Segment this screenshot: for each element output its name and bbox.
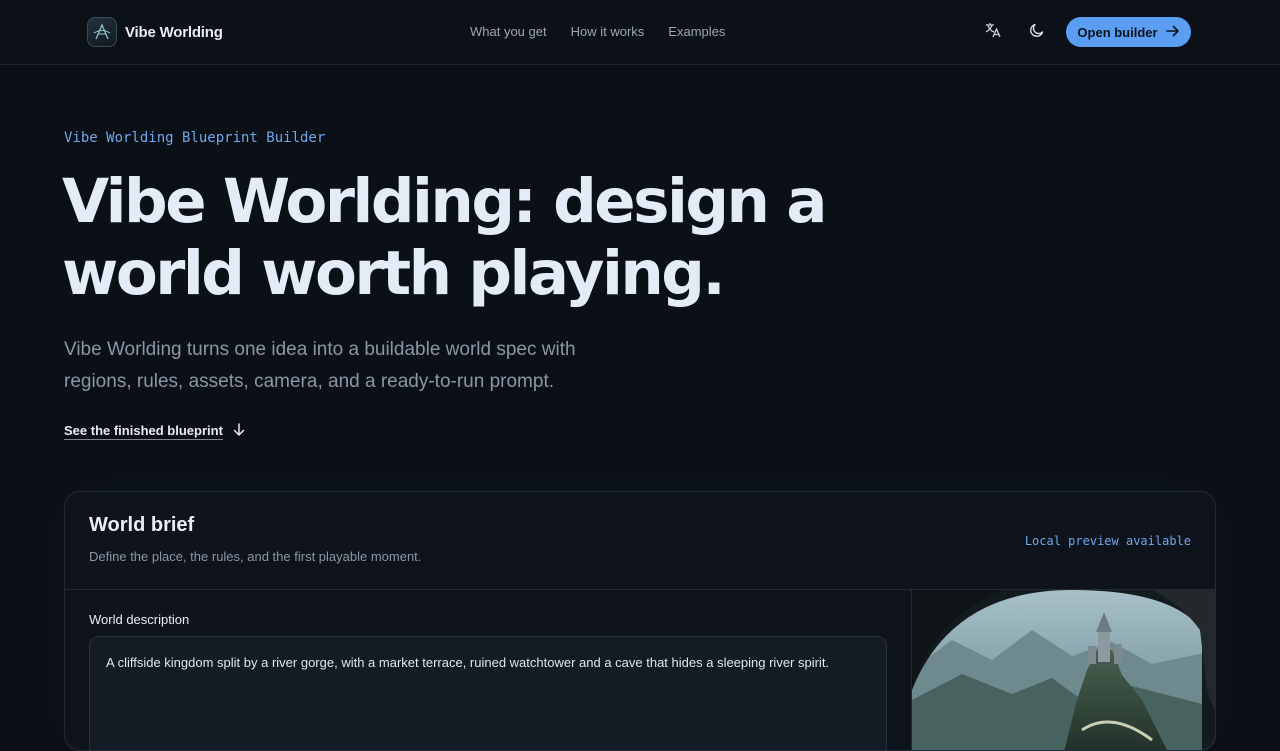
top-navigation-bar: Vibe Worlding What you get How it works …	[0, 0, 1280, 65]
nav-link-how-it-works[interactable]: How it works	[571, 24, 645, 39]
world-description-label: World description	[89, 612, 190, 627]
translate-icon	[984, 21, 1002, 44]
card-header: World brief Define the place, the rules,…	[65, 492, 1215, 590]
arrow-right-icon	[1165, 25, 1180, 40]
brand[interactable]: Vibe Worlding	[87, 17, 223, 47]
brand-logo-icon	[87, 17, 117, 47]
nav-link-what-you-get[interactable]: What you get	[470, 24, 547, 39]
open-builder-label: Open builder	[1077, 24, 1158, 40]
world-brief-card: World brief Define the place, the rules,…	[64, 491, 1216, 751]
card-title: World brief	[89, 514, 195, 536]
hero-title-line-2: world worth playing.	[62, 238, 726, 309]
world-description-textarea[interactable]: A cliffside kingdom split by a river gor…	[89, 636, 887, 750]
nav-link-examples[interactable]: Examples	[668, 24, 725, 39]
hero-eyebrow: Vibe Worlding Blueprint Builder	[64, 130, 326, 146]
world-preview-image	[911, 590, 1215, 750]
hero-title: Vibe Worlding: design a world worth play…	[62, 166, 862, 310]
arrow-down-icon	[233, 423, 245, 440]
hero-title-line-1: Vibe Worlding: design a	[62, 166, 827, 237]
card-description: Define the place, the rules, and the fir…	[89, 549, 422, 564]
see-finished-blueprint-link[interactable]: See the finished blueprint	[64, 423, 245, 440]
hero-subtitle: Vibe Worlding turns one idea into a buil…	[64, 339, 576, 392]
theme-toggle-button[interactable]	[1024, 19, 1050, 45]
language-toggle-button[interactable]	[980, 19, 1006, 45]
brand-name: Vibe Worlding	[125, 23, 223, 41]
finished-link-label: See the finished blueprint	[64, 423, 223, 440]
main-nav: What you get How it works Examples	[470, 24, 725, 39]
preview-status-label: Local preview available	[1024, 534, 1191, 548]
open-builder-button[interactable]: Open builder	[1066, 17, 1191, 47]
moon-icon	[1029, 22, 1045, 43]
